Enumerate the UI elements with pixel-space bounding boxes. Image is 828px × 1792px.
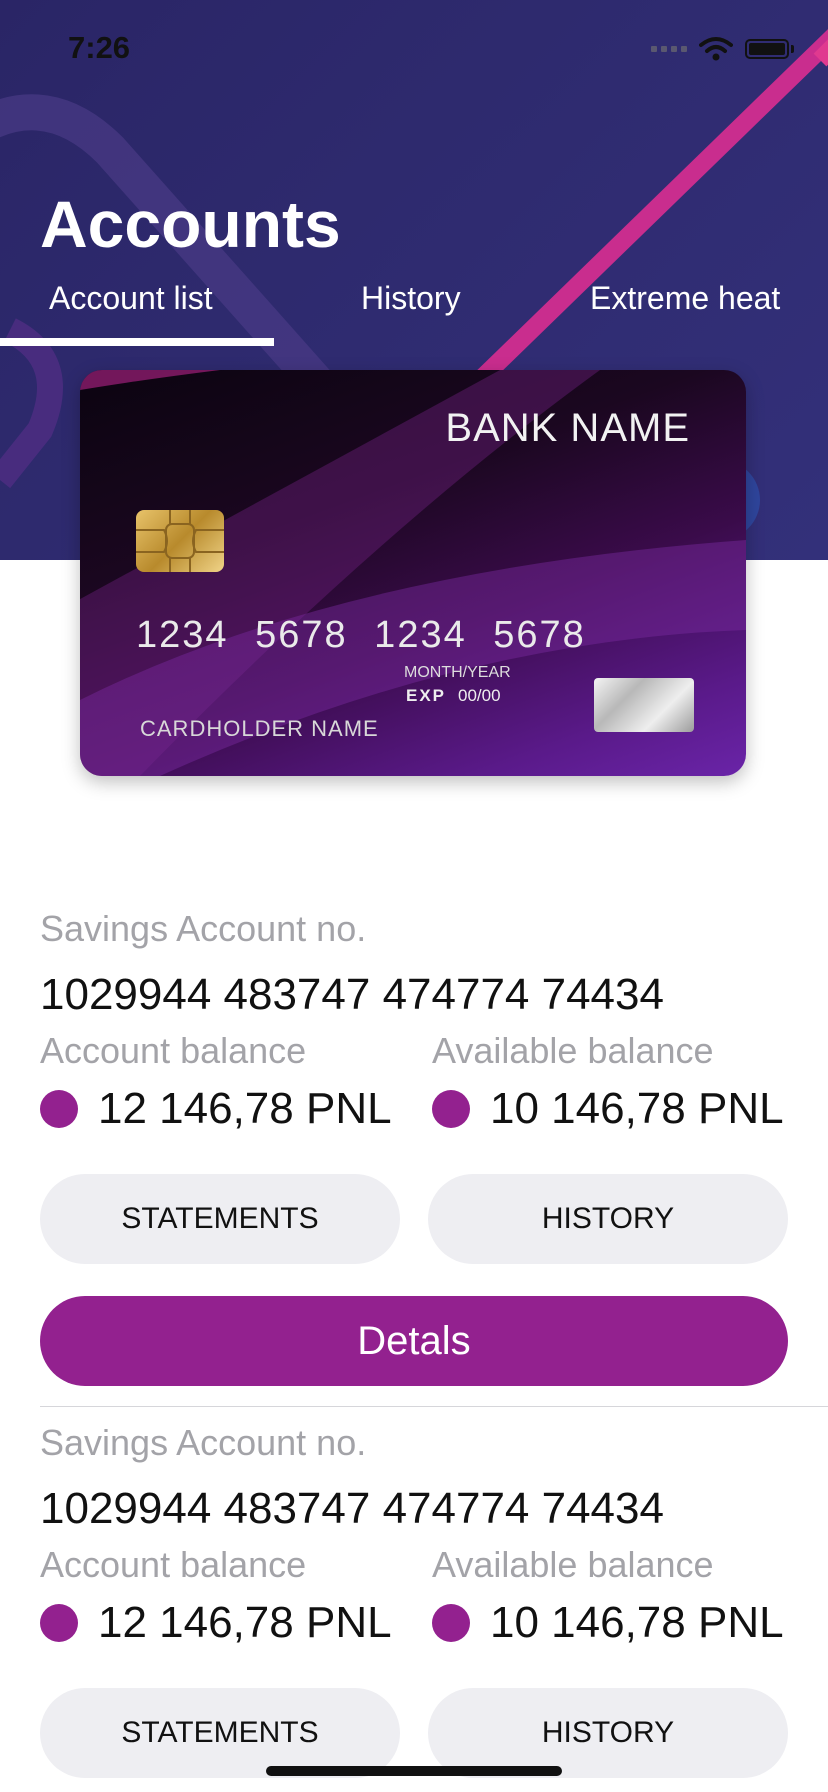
balance-dot-icon [432,1090,470,1128]
balance-dot-icon [40,1604,78,1642]
tab-account-list[interactable]: Account list [49,280,213,317]
available-balance: 10 146,78 PNL [432,1084,784,1134]
card-chip-icon [136,510,224,572]
available-balance-label: Available balance [432,1544,714,1585]
active-tab-indicator [0,338,274,346]
card-month-year-label: MONTH/YEAR [404,664,511,681]
cellular-signal-icon [651,46,687,52]
statements-button[interactable]: STATEMENTS [40,1688,400,1778]
balance-dot-icon [40,1090,78,1128]
available-balance-value: 10 146,78 PNL [490,1598,784,1647]
history-button[interactable]: HISTORY [428,1174,788,1264]
account-balance: 12 146,78 PNL [40,1598,392,1648]
page-title: Accounts [40,187,341,261]
details-button[interactable]: Detals [40,1296,788,1386]
battery-icon [745,39,794,59]
card-exp-value: 00/00 [458,686,501,705]
account-number: 1029944 483747 474774 74434 [40,1484,664,1533]
statements-button[interactable]: STATEMENTS [40,1174,400,1264]
account-balance-label: Account balance [40,1544,307,1585]
card-bank-name: BANK NAME [445,406,690,450]
wifi-icon [699,37,733,61]
balance-dot-icon [432,1604,470,1642]
card-number: 1234 5678 1234 5678 [136,614,586,656]
account-balance-value: 12 146,78 PNL [98,1598,392,1647]
tab-history[interactable]: History [361,280,461,317]
tab-extreme-heat[interactable]: Extreme heat [590,280,780,317]
available-balance-label: Available balance [432,1030,714,1071]
hologram-icon [594,678,694,732]
divider [40,1406,828,1407]
account-balance-value: 12 146,78 PNL [98,1084,392,1133]
account-balance: 12 146,78 PNL [40,1084,392,1134]
account-type-label: Savings Account no. [40,908,367,949]
status-icons [651,36,794,62]
card-holder-name: CARDHOLDER NAME [140,716,379,741]
status-time: 7:26 [68,30,131,65]
bank-card[interactable]: BANK NAME 1234 5678 1234 5678 MONTH/YEAR… [80,370,746,776]
available-balance: 10 146,78 PNL [432,1598,784,1648]
card-exp-label: EXP [406,686,447,705]
history-button[interactable]: HISTORY [428,1688,788,1778]
account-balance-label: Account balance [40,1030,307,1071]
account-type-label: Savings Account no. [40,1422,367,1463]
account-number: 1029944 483747 474774 74434 [40,970,664,1019]
available-balance-value: 10 146,78 PNL [490,1084,784,1133]
home-indicator [266,1766,562,1776]
